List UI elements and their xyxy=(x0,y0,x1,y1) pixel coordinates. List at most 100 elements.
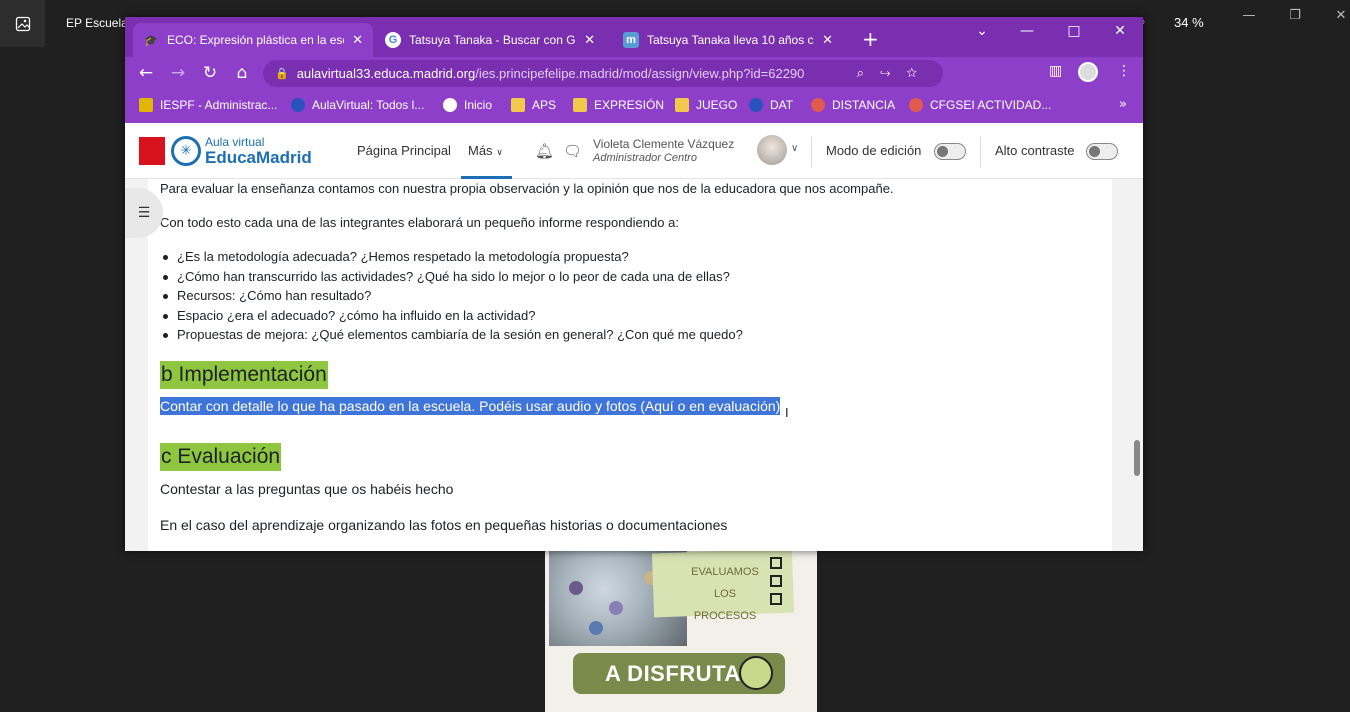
tab-eco[interactable]: 🎓 ECO: Expresión plástica en la escuela … xyxy=(133,23,373,57)
moodle-icon xyxy=(909,98,923,112)
contrast-toggle[interactable] xyxy=(1086,143,1118,160)
list-icon: ☰ xyxy=(137,205,151,221)
user-avatar[interactable] xyxy=(757,135,787,165)
graduation-cap-icon xyxy=(749,98,763,112)
close-tab-icon[interactable]: ✕ xyxy=(584,32,595,48)
graduation-cap-icon: 🎓 xyxy=(144,34,158,47)
list-item: Propuestas de mejora: ¿Qué elementos cam… xyxy=(160,325,743,345)
nav-more-link[interactable]: Más ∨ xyxy=(468,143,503,158)
chevron-down-icon[interactable]: ∨ xyxy=(791,143,798,154)
reload-icon[interactable]: ↻ xyxy=(199,63,221,83)
close-tab-icon[interactable]: ✕ xyxy=(822,32,833,48)
lock-icon[interactable]: 🔒 xyxy=(275,67,289,80)
user-name[interactable]: Violeta Clemente Vázquez xyxy=(593,137,734,151)
browser-window: 🎓 ECO: Expresión plástica en la escuela … xyxy=(125,17,1143,551)
viewer-restore-button[interactable]: ❐ xyxy=(1280,8,1310,28)
text-cursor-icon: I xyxy=(785,405,789,420)
tab-strip: 🎓 ECO: Expresión plástica en la escuela … xyxy=(125,17,1143,57)
list-item: Recursos: ¿Cómo han resultado? xyxy=(160,286,743,306)
divider xyxy=(811,137,812,167)
list-item: ¿Cómo han transcurrido las actividades? … xyxy=(160,267,743,287)
back-icon[interactable]: ← xyxy=(135,63,157,83)
tab-title: Tatsuya Tanaka lleva 10 años con xyxy=(647,33,815,47)
url-path: /ies.principefelipe.madrid/mod/assign/vi… xyxy=(475,66,805,81)
tab-title: ECO: Expresión plástica en la escuela xyxy=(167,33,344,47)
bookmarks-bar: IESPF - Administrac... AulaVirtual: Todo… xyxy=(125,89,1143,123)
bookmark-item[interactable]: AulaVirtual: Todos l... xyxy=(291,98,424,112)
omnibox-actions[interactable]: ⌕↪☆ xyxy=(857,65,933,81)
selected-text[interactable]: Contar con detalle lo que ha pasado en l… xyxy=(160,397,781,415)
tab-tanaka[interactable]: m Tatsuya Tanaka lleva 10 años con ✕ xyxy=(613,23,843,57)
edit-mode-label: Modo de edición xyxy=(826,143,922,158)
folder-icon xyxy=(511,98,525,112)
list-item: Espacio ¿era el adecuado? ¿cómo ha influ… xyxy=(160,306,743,326)
contrast-label: Alto contraste xyxy=(995,143,1075,158)
home-icon[interactable]: ⌂ xyxy=(231,63,253,83)
bookmarks-more-icon[interactable]: » xyxy=(1119,97,1127,112)
bookmark-item[interactable]: Inicio xyxy=(443,98,492,112)
madrid-flag-icon xyxy=(139,137,165,165)
question-list: ¿Es la metodología adecuada? ¿Hemos resp… xyxy=(160,247,743,345)
educamadrid-logo-icon[interactable]: ✳ xyxy=(171,136,201,166)
graduation-cap-icon xyxy=(291,98,305,112)
close-tab-icon[interactable]: ✕ xyxy=(352,32,363,48)
profile-avatar-icon[interactable] xyxy=(1078,62,1098,82)
paragraph: Con todo esto cada una de las integrante… xyxy=(160,215,679,230)
tab-google[interactable]: G Tatsuya Tanaka - Buscar con Google ✕ xyxy=(375,23,605,57)
viewer-minimize-button[interactable]: — xyxy=(1234,8,1264,28)
logo-small-text: Aula virtual xyxy=(205,135,265,149)
poster-banner: A DISFRUTAR xyxy=(573,653,785,694)
globe-icon xyxy=(443,98,457,112)
user-role: Administrador Centro xyxy=(593,152,697,164)
bookmark-item[interactable]: JUEGO xyxy=(675,98,737,112)
address-bar[interactable]: 🔒 aulavirtual33.educa.madrid.org/ies.pri… xyxy=(263,60,943,87)
poster-image: EVALUAMOS LOS PROCESOS A DISFRUTAR xyxy=(545,551,817,712)
list-item: ¿Es la metodología adecuada? ¿Hemos resp… xyxy=(160,247,743,267)
minimize-icon[interactable]: — xyxy=(1012,23,1042,39)
checkbox-icons xyxy=(770,557,788,611)
joomla-icon xyxy=(139,98,153,112)
chevron-down-icon: ∨ xyxy=(496,147,503,157)
logo-big-text[interactable]: EducaMadrid xyxy=(205,148,312,168)
moodle-icon xyxy=(811,98,825,112)
heading-evaluacion: c Evaluación xyxy=(160,443,282,471)
folder-icon xyxy=(573,98,587,112)
edit-mode-toggle[interactable] xyxy=(934,143,966,160)
menu-dots-icon[interactable]: ⋮ xyxy=(1117,63,1131,79)
bookmark-item[interactable]: DAT xyxy=(749,98,793,112)
bell-icon[interactable]: 🔔︎ xyxy=(535,142,554,160)
maximize-icon[interactable]: □ xyxy=(1059,23,1089,39)
poster-eval-text: EVALUAMOS LOS PROCESOS xyxy=(691,566,759,622)
viewer-title: EP Escuela. xyxy=(66,16,132,30)
paragraph: En el caso del aprendizaje organizando l… xyxy=(160,517,728,533)
smiley-icon xyxy=(739,656,773,690)
side-panel-icon[interactable]: ▥ xyxy=(1049,63,1062,79)
folder-icon xyxy=(675,98,689,112)
moodle-header: ✳ Aula virtual EducaMadrid Página Princi… xyxy=(125,123,1143,179)
bookmark-item[interactable]: EXPRESIÓN xyxy=(573,98,664,112)
zoom-level[interactable]: 34 % xyxy=(1174,15,1204,30)
forward-icon[interactable]: → xyxy=(167,63,189,83)
chat-bubble-icon[interactable]: 🗨︎ xyxy=(563,142,582,160)
heading-implementacion: b Implementación xyxy=(160,361,328,389)
nav-home-link[interactable]: Página Principal xyxy=(357,143,451,158)
tab-search-icon[interactable]: ⌄ xyxy=(967,23,997,39)
content-area: Para evaluar la enseñanza contamos con n… xyxy=(125,179,1143,551)
google-icon: G xyxy=(385,32,401,48)
assignment-page: Para evaluar la enseñanza contamos con n… xyxy=(148,179,1112,551)
bookmark-item[interactable]: IESPF - Administrac... xyxy=(139,98,277,112)
new-tab-icon[interactable]: + xyxy=(862,27,879,51)
close-window-icon[interactable]: ✕ xyxy=(1105,23,1135,39)
bookmark-item[interactable]: APS xyxy=(511,98,556,112)
bookmark-item[interactable]: DISTANCIA xyxy=(811,98,895,112)
m-site-icon: m xyxy=(623,32,639,48)
viewer-close-button[interactable]: ✕ xyxy=(1326,8,1350,28)
scrollbar[interactable] xyxy=(1134,440,1140,476)
url-host: aulavirtual33.educa.madrid.org xyxy=(296,66,476,81)
tab-title: Tatsuya Tanaka - Buscar con Google xyxy=(409,33,576,47)
bookmark-item[interactable]: CFGSEI ACTIVIDAD... xyxy=(909,98,1051,112)
browser-toolbar: ← → ↻ ⌂ 🔒 aulavirtual33.educa.madrid.org… xyxy=(125,57,1143,89)
image-app-icon[interactable] xyxy=(0,0,45,47)
paragraph: Para evaluar la enseñanza contamos con n… xyxy=(160,181,894,196)
divider xyxy=(980,137,981,167)
